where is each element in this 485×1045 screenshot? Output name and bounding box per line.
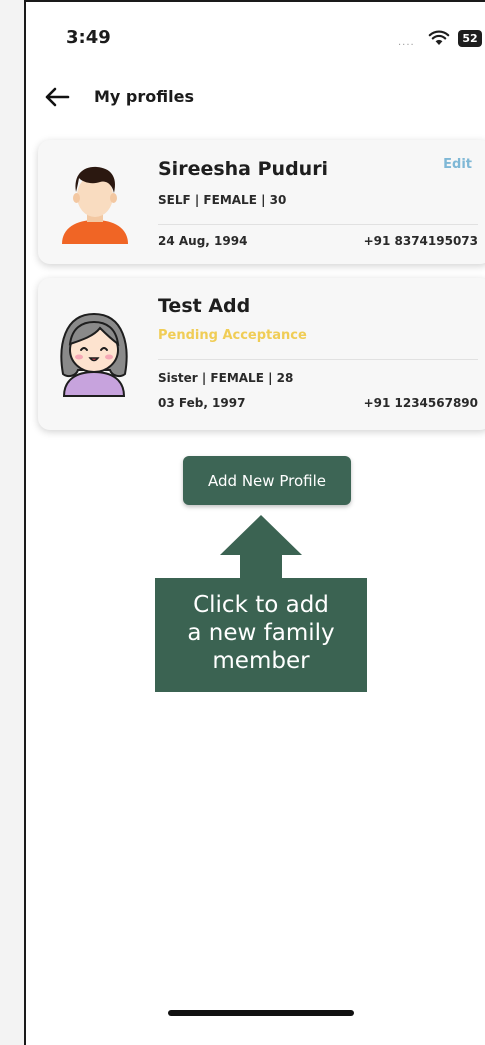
status-time: 3:49 [66,27,111,48]
pending-status-badge: Pending Acceptance [158,328,307,343]
card-divider [158,224,478,225]
card-divider [158,359,478,360]
home-indicator[interactable] [168,1010,354,1016]
wifi-icon [428,30,450,45]
frame-left-margin [0,0,24,1045]
profile-relation: SELF | FEMALE | 30 [158,193,287,207]
screen: 3:49 .... 52 My profiles Sireesha Puduri… [0,0,485,1045]
page-title: My profiles [94,87,194,106]
profile-name: Test Add [158,295,251,317]
profile-phone: +91 1234567890 [363,396,478,410]
signal-icon: .... [398,37,415,48]
add-new-profile-button[interactable]: Add New Profile [183,456,351,505]
callout-arrow-stem [240,554,282,580]
profile-card-self[interactable]: Sireesha Puduri Edit SELF | FEMALE | 30 … [38,140,485,264]
frame-left-border [24,0,26,1045]
profile-dob: 24 Aug, 1994 [158,234,248,248]
callout-arrow-icon [220,515,302,555]
girl-avatar-icon [60,312,128,397]
frame-top-border [24,0,485,2]
profile-card-member[interactable]: Test Add Pending Acceptance Sister | FEM… [38,278,485,430]
profile-name: Sireesha Puduri [158,158,329,180]
profile-relation: Sister | FEMALE | 28 [158,371,294,385]
back-arrow-icon[interactable] [44,86,70,108]
battery-icon: 52 [458,30,482,47]
profile-phone: +91 8374195073 [363,234,478,248]
tutorial-callout: Click to add a new family member [155,578,367,692]
edit-profile-link[interactable]: Edit [443,157,472,172]
male-avatar-icon [62,166,128,244]
callout-line: a new family [187,620,335,646]
profile-dob: 03 Feb, 1997 [158,396,246,410]
callout-line: member [212,648,310,674]
callout-line: Click to add [193,592,329,618]
